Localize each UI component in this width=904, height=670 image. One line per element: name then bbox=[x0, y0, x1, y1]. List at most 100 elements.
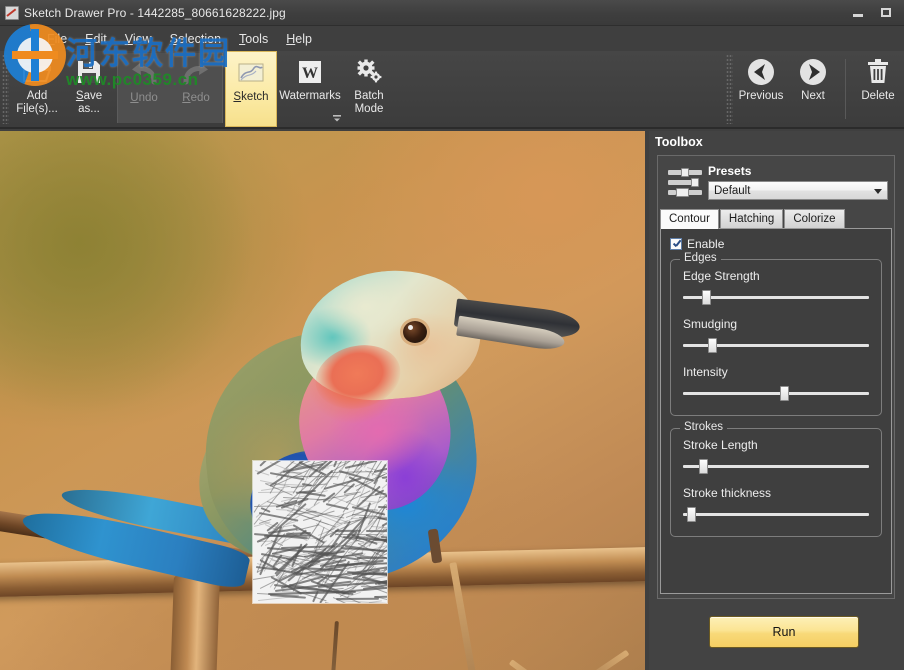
sliders-icon bbox=[668, 167, 702, 197]
batch-mode-button[interactable]: BatchMode bbox=[343, 51, 395, 127]
toolbox-content: Presets Default Contour Hatching Coloriz… bbox=[657, 155, 895, 599]
toolbar-group-modes: Sketch W Watermarks bbox=[225, 51, 395, 127]
menu-item-edit[interactable]: Edit bbox=[76, 29, 116, 49]
menu-item-help[interactable]: Help bbox=[277, 29, 321, 49]
batch-mode-label: BatchMode bbox=[354, 90, 383, 116]
image-canvas[interactable] bbox=[0, 131, 645, 670]
undo-label: Undo bbox=[130, 92, 158, 105]
intensity-block: Intensity bbox=[683, 365, 869, 401]
stroke-thickness-slider[interactable] bbox=[683, 506, 869, 522]
edges-group-title: Edges bbox=[680, 252, 721, 264]
enable-row: Enable bbox=[670, 237, 882, 251]
stroke-length-label: Stroke Length bbox=[683, 438, 869, 452]
title-bar: Sketch Drawer Pro - 1442285_80661628222.… bbox=[0, 0, 904, 26]
stroke-thickness-label: Stroke thickness bbox=[683, 486, 869, 500]
tab-colorize[interactable]: Colorize bbox=[784, 209, 844, 228]
intensity-label: Intensity bbox=[683, 365, 869, 379]
toolbar-grip-right[interactable] bbox=[726, 54, 733, 124]
sketch-preview-region[interactable] bbox=[253, 461, 387, 603]
maximize-icon bbox=[881, 8, 891, 17]
window-title: Sketch Drawer Pro - 1442285_80661628222.… bbox=[24, 6, 286, 20]
folder-open-icon bbox=[22, 57, 52, 87]
trash-can-icon bbox=[865, 57, 891, 87]
add-files-button[interactable]: AddFile(s)... bbox=[11, 51, 63, 127]
photo-lilac-breasted-roller bbox=[0, 131, 645, 670]
smudging-label: Smudging bbox=[683, 317, 869, 331]
presets-dropdown[interactable]: Default bbox=[708, 181, 888, 200]
run-button[interactable]: Run bbox=[709, 616, 859, 648]
presets-label: Presets bbox=[708, 164, 888, 178]
slider-track bbox=[683, 513, 869, 516]
menu-item-selection[interactable]: Selection bbox=[161, 29, 230, 49]
strokes-group-title: Strokes bbox=[680, 421, 727, 433]
watermark-w-icon: W bbox=[297, 57, 323, 87]
toolbar-separator bbox=[845, 59, 846, 119]
stroke-length-slider[interactable] bbox=[683, 458, 869, 474]
run-button-label: Run bbox=[773, 625, 796, 639]
menu-item-tools[interactable]: Tools bbox=[230, 29, 277, 49]
slider-track bbox=[683, 465, 869, 468]
slider-thumb[interactable] bbox=[702, 290, 711, 305]
delete-button[interactable]: Delete bbox=[852, 51, 904, 127]
enable-checkbox[interactable] bbox=[670, 238, 682, 250]
maximize-button[interactable] bbox=[872, 3, 900, 23]
slider-thumb[interactable] bbox=[687, 507, 696, 522]
bird-beak bbox=[455, 306, 580, 350]
contour-tab-panel: Enable Edges Edge Strength Smudging bbox=[660, 228, 892, 594]
tab-contour[interactable]: Contour bbox=[660, 209, 719, 229]
next-label: Next bbox=[801, 90, 825, 103]
toolbar-group-navigation: Previous Next bbox=[735, 51, 904, 127]
svg-text:W: W bbox=[302, 65, 318, 82]
stroke-length-block: Stroke Length bbox=[683, 438, 869, 474]
toolbar-grip[interactable] bbox=[2, 54, 9, 124]
sketch-button[interactable]: Sketch bbox=[225, 51, 277, 127]
stroke-thickness-block: Stroke thickness bbox=[683, 486, 869, 522]
main-toolbar: AddFile(s)... Saveas... bbox=[0, 51, 904, 129]
redo-button[interactable]: Redo bbox=[170, 53, 222, 123]
previous-label: Previous bbox=[739, 90, 784, 103]
chevron-down-icon bbox=[331, 112, 343, 124]
slider-thumb[interactable] bbox=[708, 338, 717, 353]
presets-field: Presets Default bbox=[708, 164, 888, 200]
intensity-slider[interactable] bbox=[683, 385, 869, 401]
sketch-label: Sketch bbox=[233, 91, 268, 104]
presets-row: Presets Default bbox=[658, 156, 894, 200]
toolbox-panel: Toolbox Presets Default bbox=[649, 131, 904, 670]
edge-strength-slider[interactable] bbox=[683, 289, 869, 305]
gears-icon bbox=[354, 57, 384, 87]
sketch-icon bbox=[237, 58, 265, 88]
tab-hatching[interactable]: Hatching bbox=[720, 209, 783, 228]
undo-arrow-icon bbox=[129, 59, 159, 89]
enable-label: Enable bbox=[687, 237, 724, 251]
edge-strength-block: Edge Strength bbox=[683, 269, 869, 305]
presets-selected-value: Default bbox=[709, 185, 750, 197]
smudging-slider[interactable] bbox=[683, 337, 869, 353]
floppy-disk-icon bbox=[76, 57, 102, 87]
undo-button[interactable]: Undo bbox=[118, 53, 170, 123]
strokes-group: Strokes Stroke Length Stroke thickness bbox=[670, 428, 882, 537]
bird-eye bbox=[403, 321, 427, 343]
minimize-button[interactable] bbox=[844, 3, 872, 23]
slider-thumb[interactable] bbox=[780, 386, 789, 401]
slider-track bbox=[683, 392, 869, 395]
menu-item-view[interactable]: View bbox=[116, 29, 161, 49]
arrow-left-circle-icon bbox=[746, 57, 776, 87]
app-icon bbox=[5, 6, 19, 20]
save-as-button[interactable]: Saveas... bbox=[63, 51, 115, 127]
smudging-block: Smudging bbox=[683, 317, 869, 353]
previous-button[interactable]: Previous bbox=[735, 51, 787, 127]
slider-thumb[interactable] bbox=[699, 459, 708, 474]
next-button[interactable]: Next bbox=[787, 51, 839, 127]
toolbar-overflow-button[interactable] bbox=[330, 111, 344, 125]
edge-strength-label: Edge Strength bbox=[683, 269, 869, 283]
add-files-label: AddFile(s)... bbox=[16, 90, 58, 116]
delete-label: Delete bbox=[861, 90, 894, 103]
menu-item-file[interactable]: File bbox=[38, 29, 76, 49]
save-as-label: Saveas... bbox=[76, 90, 102, 116]
toolbox-title: Toolbox bbox=[649, 131, 904, 154]
toolbar-group-file: AddFile(s)... Saveas... bbox=[11, 51, 115, 127]
redo-label: Redo bbox=[182, 92, 210, 105]
toolbox-tabs: Contour Hatching Colorize bbox=[660, 209, 894, 228]
redo-arrow-icon bbox=[181, 59, 211, 89]
window-controls bbox=[844, 0, 904, 25]
